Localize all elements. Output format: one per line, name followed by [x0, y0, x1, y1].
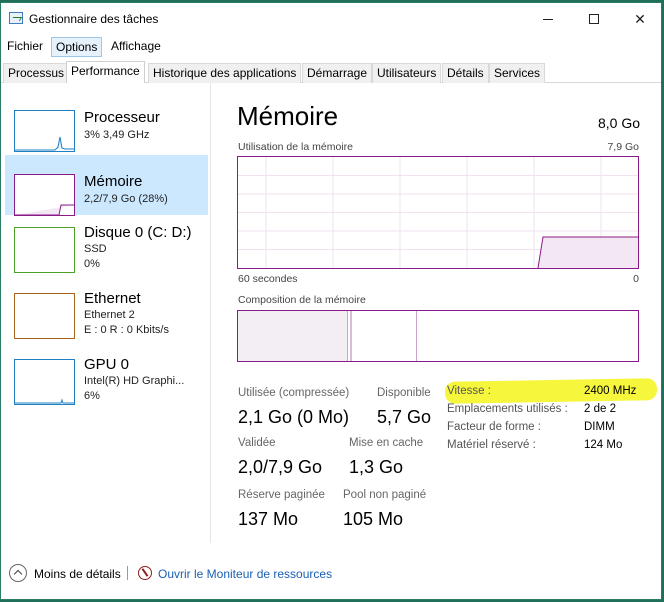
sidebar-item-processeur[interactable]: Processeur 3% 3,49 GHz: [5, 91, 208, 152]
tab-services[interactable]: Services: [489, 63, 546, 83]
memory-usage-area: [538, 237, 638, 268]
footer-bar: Moins de détails Ouvrir le Moniteur de r…: [1, 551, 661, 599]
tab-historique[interactable]: Historique des applications: [148, 63, 302, 83]
stat-paged-value: 137 Mo: [238, 509, 299, 529]
menu-options[interactable]: Options: [51, 37, 103, 57]
sidebar-subtitle: SSD: [84, 243, 107, 255]
detail-key: Emplacements utilisés :: [447, 403, 568, 415]
resource-monitor-link[interactable]: Ouvrir le Moniteur de ressources: [158, 567, 332, 581]
sidebar-item-disque[interactable]: Disque 0 (C: D:) SSD 0%: [5, 219, 208, 279]
memory-details-panel: Mémoire 8,0 Go Utilisation de la mémoire…: [237, 83, 647, 543]
sidebar-subtitle: 0%: [84, 258, 100, 270]
stat-used-label: Utilisée (compressée): [238, 387, 350, 399]
sidebar-subtitle: 3% 3,49 GHz: [84, 129, 150, 141]
stat-used-value: 2,1 Go (0 Mo): [238, 407, 350, 427]
maximize-icon: [589, 14, 599, 24]
memory-usage-graph: [237, 156, 639, 269]
sidebar-item-memoire[interactable]: Mémoire 2,2/7,9 Go (28%): [5, 155, 208, 216]
gpu-thumbnail-graph: [14, 359, 75, 405]
close-button[interactable]: ✕: [617, 3, 661, 35]
task-manager-icon: [9, 12, 23, 24]
resource-monitor-icon[interactable]: [138, 566, 152, 580]
disk-thumbnail-graph: [14, 227, 75, 273]
less-details-button[interactable]: Moins de détails: [34, 567, 121, 581]
stat-committed-label: Validée: [238, 437, 276, 449]
stat-committed-value: 2,0/7,9 Go: [238, 457, 323, 477]
composition-standby: [416, 311, 417, 361]
composition-label: Composition de la mémoire: [238, 294, 366, 306]
tab-bar: Processus Performance Historique des app…: [1, 61, 661, 84]
total-memory: 8,0 Go: [597, 115, 640, 131]
detail-key: Facteur de forme :: [447, 421, 541, 433]
ethernet-thumbnail-graph: [14, 293, 75, 339]
tab-performance[interactable]: Performance: [66, 61, 145, 84]
sidebar-title: Disque 0 (C: D:): [84, 224, 192, 241]
maximize-button[interactable]: [571, 3, 617, 35]
close-icon: ✕: [634, 10, 646, 27]
menu-affichage[interactable]: Affichage: [111, 39, 161, 53]
sidebar-subtitle: E : 0 R : 0 Kbits/s: [84, 324, 169, 336]
menu-fichier[interactable]: Fichier: [7, 39, 43, 53]
sidebar-item-ethernet[interactable]: Ethernet Ethernet 2 E : 0 R : 0 Kbits/s: [5, 285, 208, 345]
tab-utilisateurs[interactable]: Utilisateurs: [372, 63, 442, 83]
menu-bar: Fichier Options Affichage: [1, 36, 661, 58]
usage-graph-max: 7,9 Go: [607, 141, 639, 153]
footer-divider: [127, 566, 128, 580]
sidebar-subtitle: Ethernet 2: [84, 309, 135, 321]
composition-modified: [350, 311, 352, 361]
tab-demarrage[interactable]: Démarrage: [302, 63, 373, 83]
title-bar: Gestionnaire des tâches ✕: [1, 3, 661, 35]
sidebar-subtitle: 6%: [84, 390, 100, 402]
minimize-button[interactable]: [525, 3, 571, 35]
tab-processus[interactable]: Processus: [3, 63, 70, 83]
detail-value: 2400 MHz: [584, 385, 637, 397]
stat-nonpaged-label: Pool non paginé: [343, 489, 427, 501]
sidebar-title: Processeur: [84, 109, 160, 126]
detail-key: Matériel réservé :: [447, 439, 536, 451]
stat-available-value: 5,7 Go: [377, 407, 432, 427]
memory-thumbnail-graph: [14, 174, 75, 216]
resource-sidebar: Processeur 3% 3,49 GHz Mémoire 2,2/7,9 G…: [1, 83, 211, 543]
sidebar-item-gpu[interactable]: GPU 0 Intel(R) HD Graphi... 6%: [5, 351, 208, 411]
detail-value: 2 de 2: [584, 403, 616, 415]
chevron-up-icon[interactable]: [9, 564, 27, 582]
page-title: Mémoire: [237, 101, 339, 131]
stat-paged-label: Réserve paginée: [238, 489, 325, 501]
composition-in-use: [238, 311, 348, 361]
cpu-sparkline: [15, 136, 74, 151]
tab-details[interactable]: Détails: [442, 63, 489, 83]
sidebar-title: GPU 0: [84, 356, 130, 373]
sidebar-subtitle: 2,2/7,9 Go (28%): [84, 193, 168, 205]
detail-value: DIMM: [584, 421, 615, 433]
graph-time-right: 0: [633, 273, 639, 285]
graph-time-left: 60 secondes: [238, 273, 298, 285]
sidebar-title: Mémoire: [84, 173, 143, 190]
sidebar-subtitle: Intel(R) HD Graphi...: [84, 375, 185, 387]
stat-nonpaged-value: 105 Mo: [343, 509, 404, 529]
sidebar-title: Ethernet: [84, 290, 141, 307]
stat-available-label: Disponible: [377, 387, 431, 399]
memory-composition-bar: [237, 310, 639, 362]
detail-key: Vitesse :: [447, 385, 491, 397]
performance-panel: Processeur 3% 3,49 GHz Mémoire 2,2/7,9 G…: [1, 83, 661, 553]
window-title: Gestionnaire des tâches: [29, 12, 159, 26]
task-manager-window: Gestionnaire des tâches ✕ Fichier Option…: [0, 2, 662, 600]
detail-value: 124 Mo: [584, 439, 623, 451]
cpu-thumbnail-graph: [14, 110, 75, 152]
usage-graph-label: Utilisation de la mémoire: [238, 141, 353, 153]
gpu-sparkline: [15, 398, 74, 404]
minimize-icon: [543, 18, 553, 20]
memory-usage-chart: [238, 157, 638, 269]
memory-sparkline: [15, 204, 74, 216]
stat-cached-value: 1,3 Go: [349, 457, 404, 477]
stat-cached-label: Mise en cache: [349, 437, 424, 449]
